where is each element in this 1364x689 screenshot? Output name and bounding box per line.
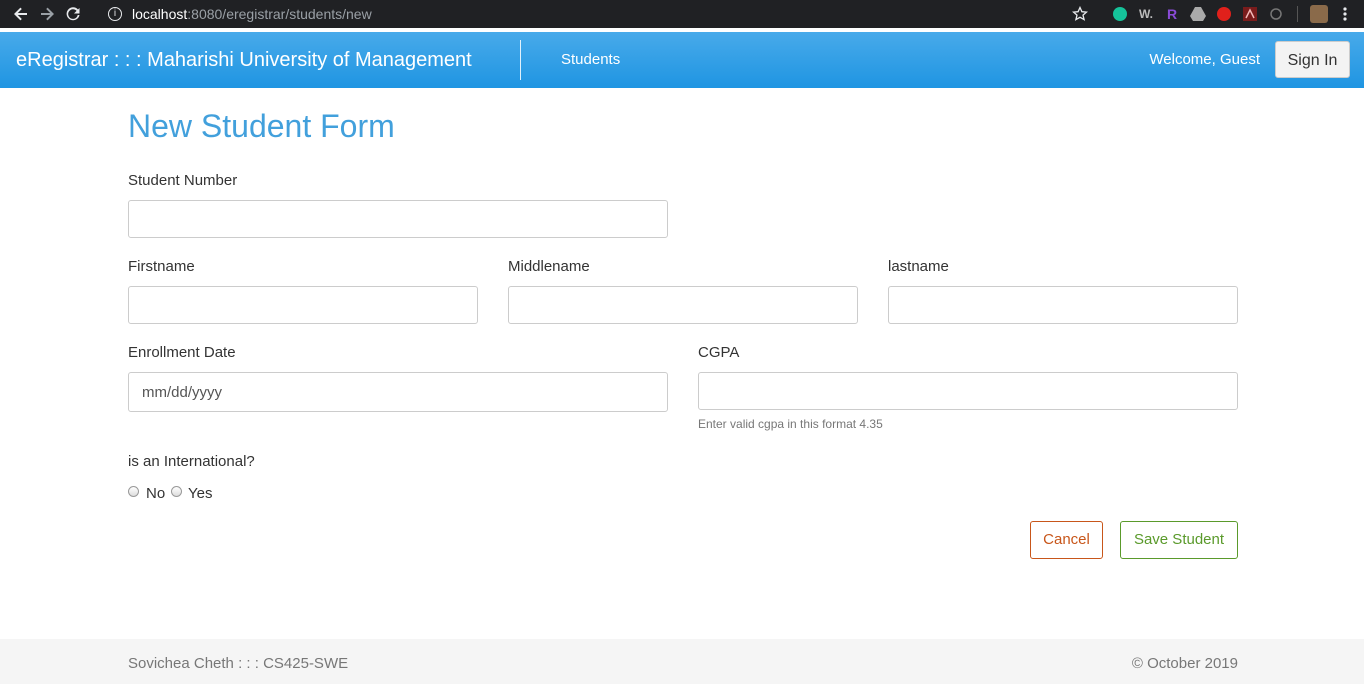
navbar-divider	[520, 40, 521, 80]
info-icon[interactable]: i	[108, 7, 122, 21]
international-label: is an International?	[128, 453, 255, 470]
reload-icon[interactable]	[60, 1, 86, 27]
app-navbar: eRegistrar : : : Maharishi University of…	[0, 32, 1364, 88]
page-title: New Student Form	[128, 108, 395, 144]
student-number-input[interactable]	[128, 200, 668, 238]
cgpa-label: CGPA	[698, 344, 740, 361]
avatar[interactable]	[1306, 0, 1332, 28]
back-icon[interactable]	[8, 1, 34, 27]
forward-icon[interactable]	[34, 1, 60, 27]
adblock-icon[interactable]	[1211, 0, 1237, 28]
radio-yes-label[interactable]: Yes	[188, 485, 212, 502]
cgpa-input[interactable]	[698, 372, 1238, 410]
browser-toolbar: i localhost:8080/eregistrar/students/new…	[0, 0, 1364, 28]
lastname-label: lastname	[888, 258, 949, 275]
save-student-button[interactable]: Save Student	[1120, 521, 1238, 559]
footer-credit: Sovichea Cheth : : : CS425-SWE	[128, 655, 349, 672]
wordtune-icon[interactable]: W.	[1133, 0, 1159, 28]
enrollment-date-input[interactable]: mm/dd/yyyy	[128, 372, 668, 412]
footer: Sovichea Cheth : : : CS425-SWE © October…	[0, 639, 1364, 684]
radio-no-label[interactable]: No	[146, 485, 165, 502]
radio-yes[interactable]	[171, 486, 182, 497]
enrollment-date-label: Enrollment Date	[128, 344, 236, 361]
brand-link[interactable]: eRegistrar : : : Maharishi University of…	[16, 32, 472, 88]
enrollment-date-placeholder: mm/dd/yyyy	[142, 383, 223, 401]
url-path: :8080/eregistrar/students/new	[187, 6, 372, 22]
firstname-label: Firstname	[128, 258, 195, 275]
menu-icon[interactable]	[1332, 0, 1358, 28]
address-bar[interactable]: i localhost:8080/eregistrar/students/new	[108, 0, 372, 28]
nav-students-link[interactable]: Students	[561, 32, 620, 88]
welcome-text: Welcome, Guest	[1149, 51, 1260, 68]
firstname-input[interactable]	[128, 286, 478, 324]
url-host: localhost	[132, 6, 188, 22]
footer-copyright: © October 2019	[1131, 655, 1238, 672]
cgpa-help-text: Enter valid cgpa in this format 4.35	[698, 417, 883, 431]
r-extension-icon[interactable]: R	[1159, 0, 1185, 28]
middlename-label: Middlename	[508, 258, 590, 275]
student-number-label: Student Number	[128, 172, 238, 189]
sign-in-button[interactable]: Sign In	[1275, 41, 1350, 78]
cancel-button[interactable]: Cancel	[1030, 521, 1103, 559]
grammarly-icon[interactable]	[1107, 0, 1133, 28]
radio-no[interactable]	[128, 486, 139, 497]
star-icon[interactable]	[1067, 0, 1093, 28]
middlename-input[interactable]	[508, 286, 858, 324]
sync-icon[interactable]	[1263, 0, 1289, 28]
lastname-input[interactable]	[888, 286, 1238, 324]
drive-icon[interactable]	[1185, 0, 1211, 28]
pdf-icon[interactable]	[1237, 0, 1263, 28]
